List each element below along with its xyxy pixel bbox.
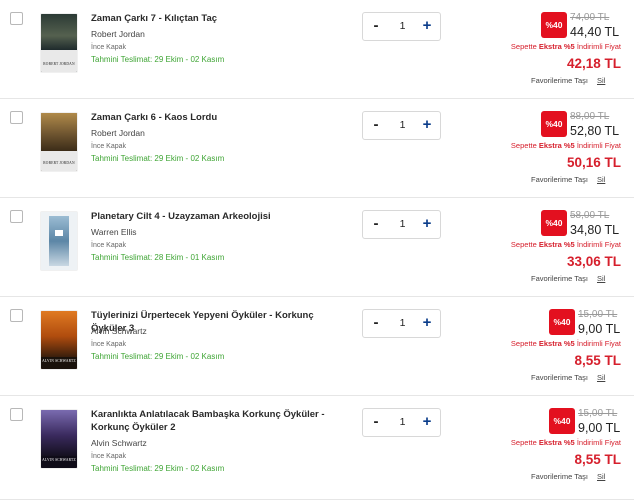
- campaign-label: Sepette Ekstra %5 İndirimli Fiyat: [510, 42, 621, 51]
- select-item-checkbox[interactable]: [10, 309, 23, 322]
- delivery-estimate: Tahmini Teslimat: 29 Ekim - 02 Kasım: [91, 55, 225, 64]
- old-price: 15,00 TL: [578, 309, 618, 320]
- delete-item-link[interactable]: Sil: [597, 373, 605, 382]
- product-author[interactable]: Robert Jordan: [91, 29, 145, 39]
- delivery-estimate: Tahmini Teslimat: 28 Ekim - 01 Kasım: [91, 253, 225, 262]
- quantity-stepper: - 1 +: [362, 111, 441, 140]
- quantity-stepper: - 1 +: [362, 12, 441, 41]
- cart-item-row: ROBERT JORDAN Zaman Çarkı 6 - Kaos Lordu…: [0, 99, 634, 198]
- product-binding: İnce Kapak: [91, 143, 127, 150]
- product-title[interactable]: Zaman Çarkı 6 - Kaos Lordu: [91, 111, 346, 124]
- delete-item-link[interactable]: Sil: [597, 175, 605, 184]
- book-cover-image[interactable]: ROBERT JORDAN: [41, 113, 77, 171]
- decrease-quantity-button[interactable]: -: [364, 211, 388, 238]
- quantity-value[interactable]: 1: [389, 112, 416, 139]
- cart-item-row: Planetary Cilt 4 - Uzayzaman Arkeolojisi…: [0, 198, 634, 297]
- select-item-checkbox[interactable]: [10, 210, 23, 223]
- product-binding: İnce Kapak: [91, 44, 127, 51]
- quantity-stepper: - 1 +: [362, 408, 441, 437]
- quantity-stepper: - 1 +: [362, 210, 441, 239]
- product-author[interactable]: Robert Jordan: [91, 128, 145, 138]
- increase-quantity-button[interactable]: +: [415, 310, 439, 337]
- old-price: 15,00 TL: [578, 408, 618, 419]
- delivery-estimate: Tahmini Teslimat: 29 Ekim - 02 Kasım: [91, 154, 225, 163]
- select-item-checkbox[interactable]: [10, 111, 23, 124]
- increase-quantity-button[interactable]: +: [415, 211, 439, 238]
- increase-quantity-button[interactable]: +: [415, 409, 439, 436]
- decrease-quantity-button[interactable]: -: [364, 310, 388, 337]
- campaign-label: Sepette Ekstra %5 İndirimli Fiyat: [510, 339, 621, 348]
- final-price: 8,55 TL: [574, 452, 621, 467]
- move-to-favorites-link[interactable]: Favorilerime Taşı: [531, 373, 588, 382]
- final-price: 42,18 TL: [566, 56, 621, 71]
- move-to-favorites-link[interactable]: Favorilerime Taşı: [531, 472, 588, 481]
- quantity-value[interactable]: 1: [389, 409, 416, 436]
- quantity-stepper: - 1 +: [362, 309, 441, 338]
- decrease-quantity-button[interactable]: -: [364, 409, 388, 436]
- cover-caption: ROBERT JORDAN: [43, 62, 75, 66]
- final-price: 33,06 TL: [566, 254, 621, 269]
- delete-item-link[interactable]: Sil: [597, 274, 605, 283]
- campaign-label: Sepette Ekstra %5 İndirimli Fiyat: [510, 240, 621, 249]
- cover-caption: ALVIN SCHWARTZ: [42, 359, 76, 363]
- discount-badge: %40: [541, 111, 567, 137]
- campaign-label: Sepette Ekstra %5 İndirimli Fiyat: [510, 438, 621, 447]
- select-item-checkbox[interactable]: [10, 408, 23, 421]
- discounted-price: 9,00 TL: [578, 421, 621, 435]
- quantity-value[interactable]: 1: [389, 211, 416, 238]
- old-price: 74,00 TL: [570, 12, 610, 23]
- quantity-value[interactable]: 1: [389, 13, 416, 40]
- cart-item-row: ALVIN SCHWARTZ Tüylerinizi Ürpertecek Ye…: [0, 297, 634, 396]
- discount-badge: %40: [549, 309, 575, 335]
- move-to-favorites-link[interactable]: Favorilerime Taşı: [531, 274, 588, 283]
- book-cover-image[interactable]: ROBERT JORDAN: [41, 14, 77, 72]
- old-price: 58,00 TL: [570, 210, 610, 221]
- cart-item-row: ALVIN SCHWARTZ Karanlıkta Anlatılacak Ba…: [0, 396, 634, 500]
- campaign-label: Sepette Ekstra %5 İndirimli Fiyat: [510, 141, 621, 150]
- product-author[interactable]: Alvin Schwartz: [91, 438, 147, 448]
- discounted-price: 52,80 TL: [570, 124, 620, 138]
- increase-quantity-button[interactable]: +: [415, 13, 439, 40]
- select-item-checkbox[interactable]: [10, 12, 23, 25]
- discount-badge: %40: [541, 210, 567, 236]
- product-author[interactable]: Warren Ellis: [91, 227, 137, 237]
- decrease-quantity-button[interactable]: -: [364, 13, 388, 40]
- book-cover-image[interactable]: ALVIN SCHWARTZ: [41, 410, 77, 468]
- delete-item-link[interactable]: Sil: [597, 76, 605, 85]
- old-price: 88,00 TL: [570, 111, 610, 122]
- decrease-quantity-button[interactable]: -: [364, 112, 388, 139]
- discounted-price: 44,40 TL: [570, 25, 620, 39]
- discount-badge: %40: [541, 12, 567, 38]
- final-price: 8,55 TL: [574, 353, 621, 368]
- product-title[interactable]: Planetary Cilt 4 - Uzayzaman Arkeolojisi: [91, 210, 346, 223]
- product-author[interactable]: Alvin Schwartz: [91, 326, 147, 336]
- product-binding: İnce Kapak: [91, 341, 127, 348]
- quantity-value[interactable]: 1: [389, 310, 416, 337]
- move-to-favorites-link[interactable]: Favorilerime Taşı: [531, 76, 588, 85]
- delete-item-link[interactable]: Sil: [597, 472, 605, 481]
- delivery-estimate: Tahmini Teslimat: 29 Ekim - 02 Kasım: [91, 464, 225, 473]
- cover-caption: ROBERT JORDAN: [43, 161, 75, 165]
- discount-badge: %40: [549, 408, 575, 434]
- product-title[interactable]: Zaman Çarkı 7 - Kılıçtan Taç: [91, 12, 346, 25]
- discounted-price: 9,00 TL: [578, 322, 621, 336]
- cart-item-list: ROBERT JORDAN Zaman Çarkı 7 - Kılıçtan T…: [0, 0, 634, 500]
- move-to-favorites-link[interactable]: Favorilerime Taşı: [531, 175, 588, 184]
- product-title[interactable]: Karanlıkta Anlatılacak Bambaşka Korkunç …: [91, 408, 346, 434]
- book-cover-image[interactable]: ALVIN SCHWARTZ: [41, 311, 77, 369]
- product-binding: İnce Kapak: [91, 453, 127, 460]
- book-cover-image[interactable]: [41, 212, 77, 270]
- product-binding: İnce Kapak: [91, 242, 127, 249]
- final-price: 50,16 TL: [566, 155, 621, 170]
- cart-item-row: ROBERT JORDAN Zaman Çarkı 7 - Kılıçtan T…: [0, 0, 634, 99]
- discounted-price: 34,80 TL: [570, 223, 620, 237]
- increase-quantity-button[interactable]: +: [415, 112, 439, 139]
- cover-caption: ALVIN SCHWARTZ: [42, 458, 76, 462]
- delivery-estimate: Tahmini Teslimat: 29 Ekim - 02 Kasım: [91, 352, 225, 361]
